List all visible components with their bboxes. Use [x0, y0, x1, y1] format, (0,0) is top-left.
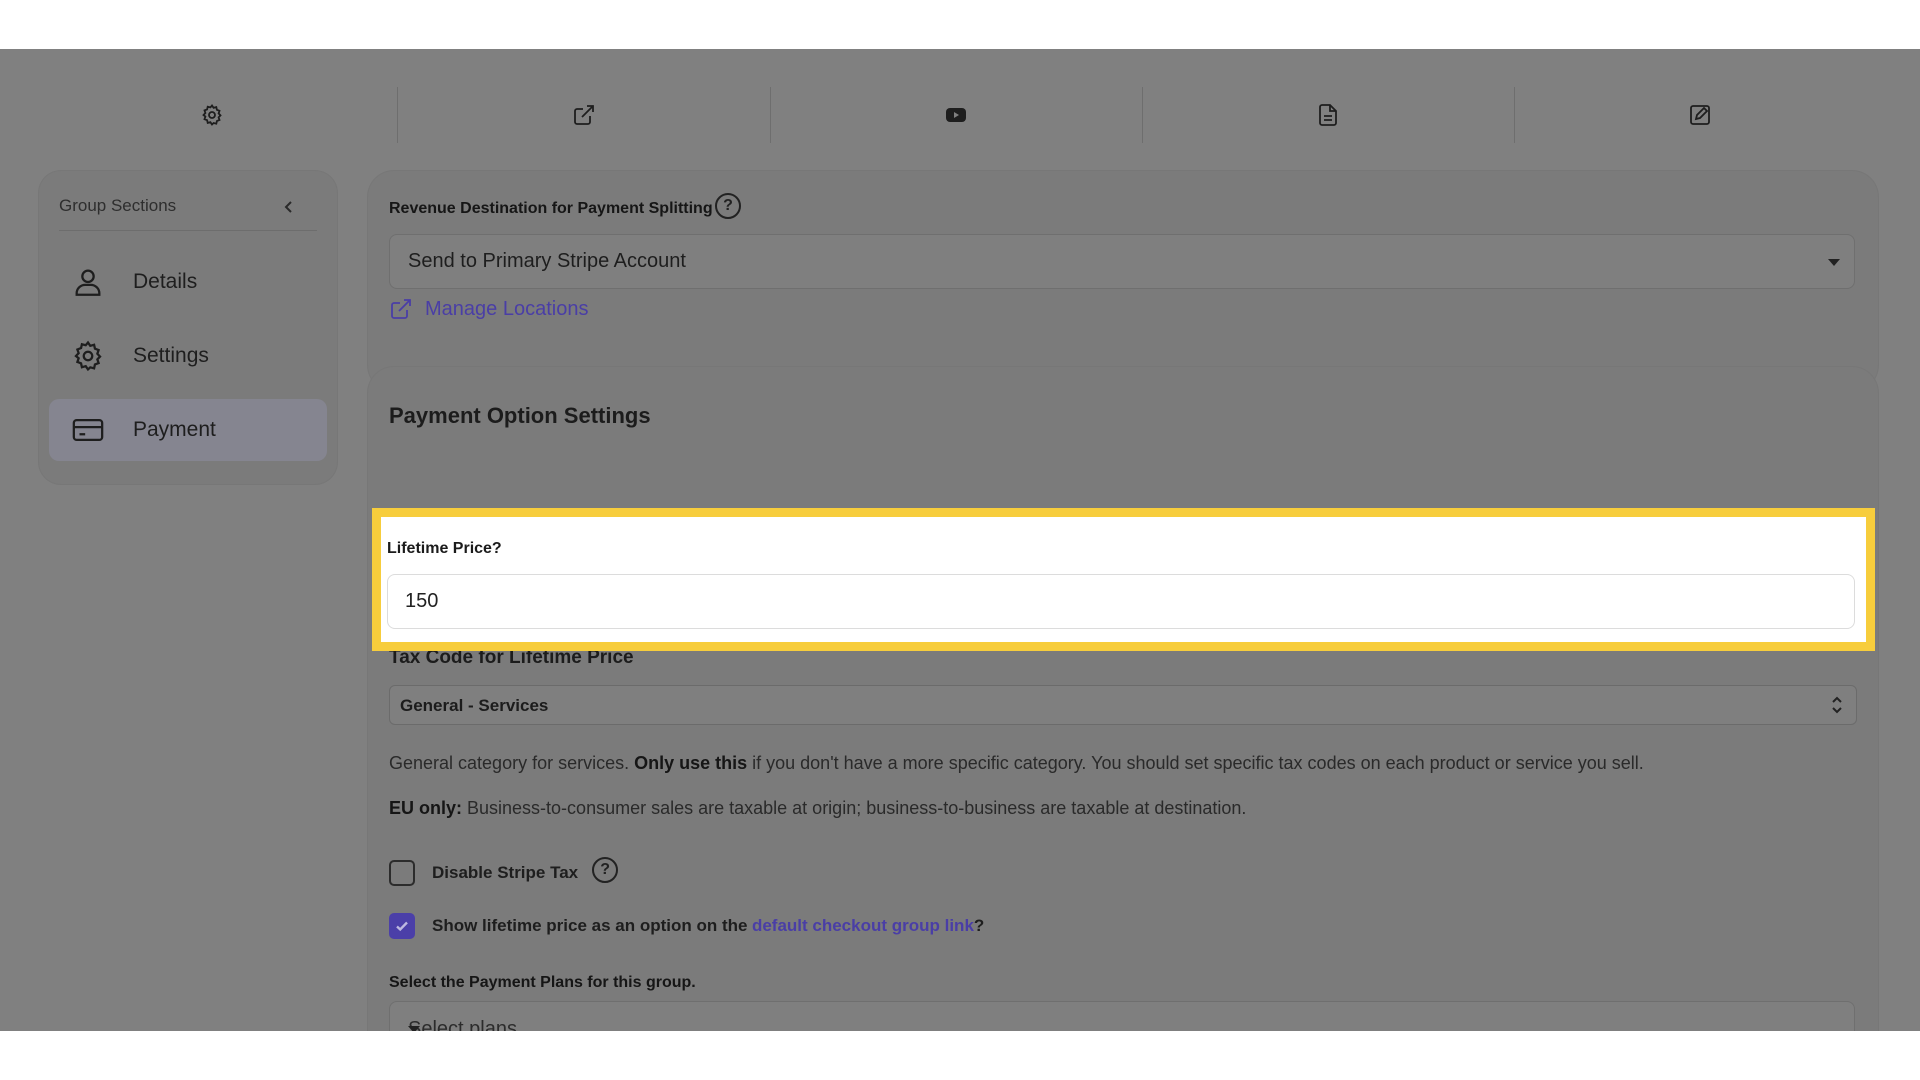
edit-icon	[1690, 105, 1710, 125]
show-lifetime-row: Show lifetime price as an option on the …	[389, 913, 984, 939]
gear-icon	[202, 104, 222, 126]
lifetime-price-highlight: Lifetime Price? 150	[372, 508, 1875, 651]
sidebar-item-label: Details	[133, 270, 198, 293]
group-sections-sidebar: Group Sections Details Settings Payment	[39, 171, 337, 484]
updown-chevron-icon	[1832, 696, 1842, 714]
help-icon[interactable]: ?	[715, 193, 741, 219]
disable-stripe-tax-label: Disable Stripe Tax	[432, 863, 579, 882]
revenue-card: Revenue Destination for Payment Splittin…	[368, 171, 1878, 391]
revenue-selected-value: Send to Primary Stripe Account	[408, 250, 686, 272]
chevron-left-icon	[284, 201, 292, 213]
toolbar-settings[interactable]	[26, 87, 398, 143]
default-checkout-group-link[interactable]: default checkout group link	[752, 916, 974, 936]
desc-bold: Only use this	[634, 753, 748, 773]
page-overlay: Group Sections Details Settings Payment …	[0, 49, 1920, 1031]
youtube-icon	[946, 108, 966, 122]
caret-down-icon	[1828, 259, 1840, 266]
desc-text: Business-to-consumer sales are taxable a…	[462, 798, 1247, 818]
payment-options-card: Payment Option Settings Tax Code for Lif…	[368, 367, 1878, 1031]
eu-description: EU only: Business-to-consumer sales are …	[389, 798, 1869, 819]
sidebar-item-settings[interactable]: Settings	[49, 325, 327, 387]
manage-locations-text: Manage Locations	[425, 297, 589, 320]
document-icon	[1319, 104, 1337, 126]
revenue-label: Revenue Destination for Payment Splittin…	[389, 200, 713, 217]
payment-plans-placeholder: Select plans...	[408, 1018, 534, 1031]
external-link-icon	[391, 299, 411, 319]
disable-stripe-tax-row: Disable Stripe Tax ?	[389, 857, 619, 886]
show-lifetime-checkbox[interactable]	[389, 913, 415, 939]
disable-stripe-tax-checkbox[interactable]	[389, 860, 415, 886]
lifetime-price-value: 150	[405, 590, 439, 612]
section-title: Payment Option Settings	[389, 403, 651, 428]
top-toolbar	[0, 49, 1920, 179]
sidebar-header: Group Sections	[59, 189, 317, 231]
payment-plans-label: Select the Payment Plans for this group.	[389, 974, 696, 991]
toolbar-external-link[interactable]	[398, 87, 770, 143]
desc-text: General category for services.	[389, 753, 635, 773]
tax-code-selected: General - Services	[400, 696, 549, 715]
show-lifetime-suffix: ?	[973, 916, 985, 935]
payment-plans-select[interactable]: Select plans...	[389, 1001, 1855, 1031]
sidebar-item-payment[interactable]: Payment	[49, 399, 327, 461]
toolbar-document[interactable]	[1142, 87, 1514, 143]
sidebar-item-details[interactable]: Details	[49, 251, 327, 313]
lifetime-price-input[interactable]: 150	[387, 574, 1855, 629]
desc-text: if you don't have a more specific catego…	[747, 753, 1644, 773]
tax-description: General category for services. Only use …	[389, 753, 1869, 774]
desc-bold: EU only:	[389, 798, 463, 818]
external-link-icon	[574, 105, 594, 125]
sidebar-title: Group Sections	[59, 196, 177, 215]
collapse-sidebar-button[interactable]	[277, 195, 301, 219]
sidebar-item-label: Payment	[133, 418, 216, 441]
show-lifetime-label: Show lifetime price as an option on the	[432, 916, 748, 935]
checkmark-icon	[396, 921, 408, 932]
caret-down-icon	[408, 1026, 420, 1031]
tax-code-select[interactable]: General - Services	[389, 685, 1857, 725]
lifetime-price-label: Lifetime Price?	[387, 540, 502, 557]
gear-icon	[74, 340, 102, 372]
sidebar-item-label: Settings	[133, 344, 209, 367]
toolbar-video[interactable]	[770, 87, 1142, 143]
revenue-destination-select[interactable]: Send to Primary Stripe Account	[389, 234, 1855, 289]
user-icon	[75, 269, 101, 296]
manage-locations-link[interactable]: Manage Locations	[389, 297, 588, 321]
help-icon[interactable]: ?	[592, 857, 619, 883]
credit-card-icon	[72, 418, 104, 442]
toolbar-edit[interactable]	[1514, 87, 1886, 143]
